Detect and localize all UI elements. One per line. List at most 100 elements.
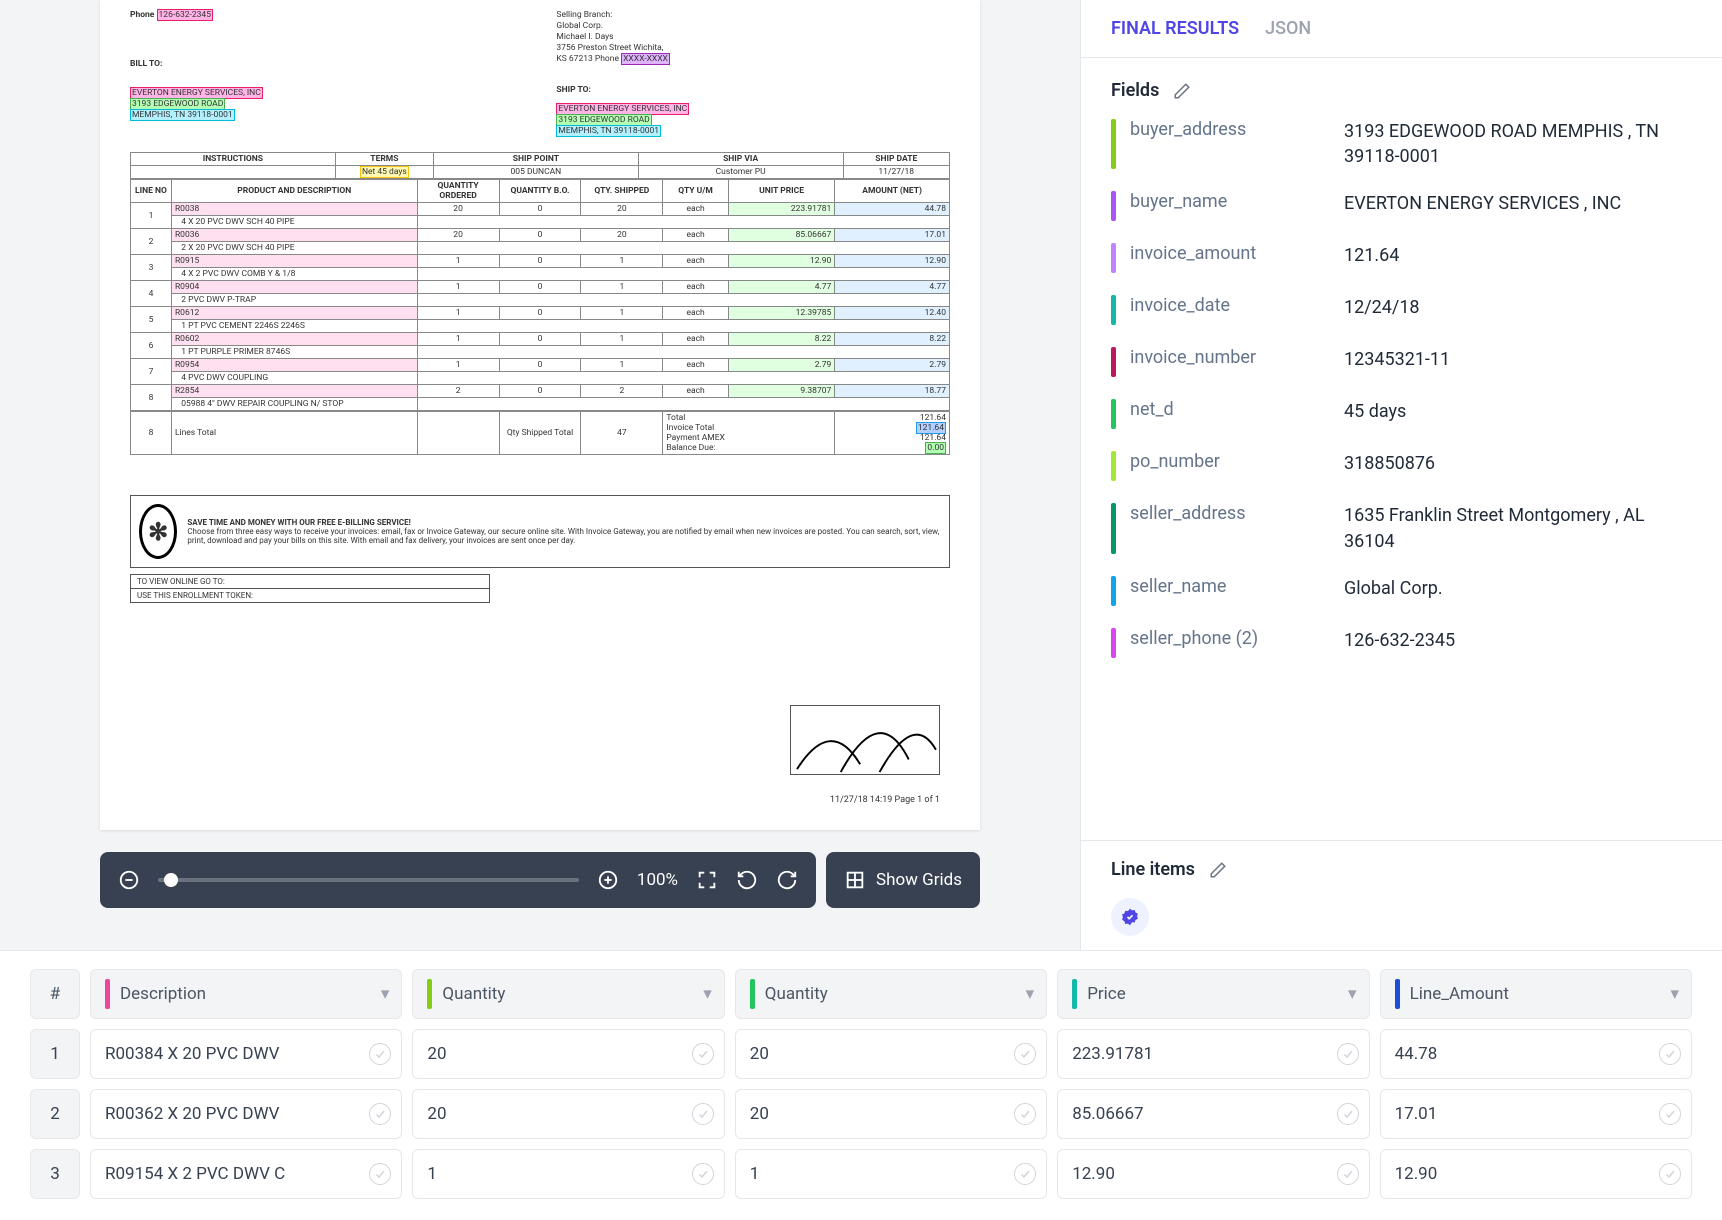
li-cell[interactable]: R09154 X 2 PVC DWV C: [90, 1149, 402, 1199]
li-row-index: 3: [30, 1149, 80, 1199]
line-items-grid: #Description▾Quantity▾Quantity▾Price▾Lin…: [30, 969, 1692, 1199]
line-items-section-title: Line items: [1111, 859, 1195, 880]
rotate-cw-icon[interactable]: [776, 869, 798, 891]
field-row-buyer-name[interactable]: buyer_name EVERTON ENERGY SERVICES , INC: [1111, 191, 1692, 221]
field-row-invoice-number[interactable]: invoice_number 12345321-11: [1111, 347, 1692, 377]
show-grids-button[interactable]: Show Grids: [844, 869, 962, 891]
chevron-down-icon[interactable]: ▾: [703, 984, 712, 1004]
field-value: 318850876: [1344, 451, 1692, 476]
approve-check-icon[interactable]: [1337, 1043, 1359, 1065]
seller-name: Global Corp.: [556, 21, 950, 32]
li-col-header[interactable]: Price▾: [1057, 969, 1369, 1019]
field-row-seller-address[interactable]: seller_address 1635 Franklin Street Mont…: [1111, 503, 1692, 553]
zoom-level: 100%: [637, 870, 678, 890]
page-footer: 11/27/18 14:19 Page 1 of 1: [830, 795, 940, 805]
document-preview[interactable]: Phone 126-632-2345 BILL TO: EVERTON ENER…: [100, 0, 980, 830]
field-key: seller_name: [1130, 576, 1330, 597]
li-cell[interactable]: 20: [735, 1089, 1047, 1139]
li-cell[interactable]: 223.91781: [1057, 1029, 1369, 1079]
approve-check-icon[interactable]: [692, 1103, 714, 1125]
field-row-seller-name[interactable]: seller_name Global Corp.: [1111, 576, 1692, 606]
edit-fields-icon[interactable]: [1173, 82, 1191, 100]
li-row-index: 1: [30, 1029, 80, 1079]
li-col-header[interactable]: Line_Amount▾: [1380, 969, 1692, 1019]
zoom-out-icon[interactable]: [118, 869, 140, 891]
approve-check-icon[interactable]: [1014, 1103, 1036, 1125]
billto-addr2: MEMPHIS, TN 39118-0001: [130, 109, 235, 121]
approve-check-icon[interactable]: [1014, 1163, 1036, 1185]
field-row-seller-phone--2-[interactable]: seller_phone (2) 126-632-2345: [1111, 628, 1692, 658]
li-cell[interactable]: 12.90: [1380, 1149, 1692, 1199]
li-cell[interactable]: 20: [412, 1089, 724, 1139]
fields-list: buyer_address 3193 EDGEWOOD ROAD MEMPHIS…: [1111, 119, 1692, 658]
field-row-invoice-amount[interactable]: invoice_amount 121.64: [1111, 243, 1692, 273]
field-key: invoice_number: [1130, 347, 1330, 368]
approve-check-icon[interactable]: [692, 1043, 714, 1065]
approve-check-icon[interactable]: [1659, 1043, 1681, 1065]
field-color-bar: [1111, 243, 1116, 273]
field-color-bar: [1111, 119, 1116, 169]
seller-contact: Michael I. Days: [556, 32, 950, 43]
li-cell[interactable]: R00362 X 20 PVC DWV: [90, 1089, 402, 1139]
li-col-header[interactable]: Description▾: [90, 969, 402, 1019]
invoice-totals-table: 8 Lines Total Qty Shipped Total 47 Total…: [130, 411, 950, 455]
approve-check-icon[interactable]: [1659, 1103, 1681, 1125]
li-col-header[interactable]: Quantity▾: [412, 969, 724, 1019]
li-cell[interactable]: R00384 X 20 PVC DWV: [90, 1029, 402, 1079]
field-row-invoice-date[interactable]: invoice_date 12/24/18: [1111, 295, 1692, 325]
li-cell[interactable]: 12.90: [1057, 1149, 1369, 1199]
field-color-bar: [1111, 451, 1116, 481]
expand-icon[interactable]: [696, 869, 718, 891]
top-phone: 126-632-2345: [157, 9, 213, 21]
zoom-slider[interactable]: [158, 878, 579, 882]
field-row-po-number[interactable]: po_number 318850876: [1111, 451, 1692, 481]
fields-section-title: Fields: [1111, 80, 1159, 101]
results-tabs: FINAL RESULTS JSON: [1081, 0, 1722, 58]
li-index-header: #: [30, 969, 80, 1019]
li-cell[interactable]: 44.78: [1380, 1029, 1692, 1079]
viewer-toolbar: 100% Show Grids: [100, 852, 980, 908]
li-cell[interactable]: 20: [412, 1029, 724, 1079]
field-color-bar: [1111, 191, 1116, 221]
li-col-header[interactable]: Quantity▾: [735, 969, 1047, 1019]
approve-check-icon[interactable]: [692, 1163, 714, 1185]
field-value: 121.64: [1344, 243, 1692, 268]
invoice-header-table: INSTRUCTIONS TERMS SHIP POINT SHIP VIA S…: [130, 152, 950, 179]
li-cell[interactable]: 20: [735, 1029, 1047, 1079]
field-key: seller_address: [1130, 503, 1330, 524]
field-row-buyer-address[interactable]: buyer_address 3193 EDGEWOOD ROAD MEMPHIS…: [1111, 119, 1692, 169]
approve-check-icon[interactable]: [1659, 1163, 1681, 1185]
approve-check-icon[interactable]: [1337, 1163, 1359, 1185]
verified-badge[interactable]: [1111, 898, 1149, 936]
selling-branch-label: Selling Branch:: [556, 10, 950, 21]
approve-check-icon[interactable]: [369, 1103, 391, 1125]
field-color-bar: [1111, 628, 1116, 658]
li-cell[interactable]: 1: [735, 1149, 1047, 1199]
field-color-bar: [1111, 576, 1116, 606]
shipto-addr2: MEMPHIS, TN 39118-0001: [556, 125, 661, 137]
edit-line-items-icon[interactable]: [1209, 861, 1227, 879]
field-row-net-d[interactable]: net_d 45 days: [1111, 399, 1692, 429]
li-cell[interactable]: 85.06667: [1057, 1089, 1369, 1139]
li-cell[interactable]: 1: [412, 1149, 724, 1199]
chevron-down-icon[interactable]: ▾: [1026, 984, 1035, 1004]
field-value: 126-632-2345: [1344, 628, 1692, 653]
approve-check-icon[interactable]: [1014, 1043, 1036, 1065]
chevron-down-icon[interactable]: ▾: [1348, 984, 1357, 1004]
li-cell[interactable]: 17.01: [1380, 1089, 1692, 1139]
field-key: invoice_amount: [1130, 243, 1330, 264]
approve-check-icon[interactable]: [1337, 1103, 1359, 1125]
chevron-down-icon[interactable]: ▾: [381, 984, 390, 1004]
field-value: 3193 EDGEWOOD ROAD MEMPHIS , TN 39118-00…: [1344, 119, 1692, 169]
field-key: seller_phone (2): [1130, 628, 1330, 649]
approve-check-icon[interactable]: [369, 1163, 391, 1185]
tab-json[interactable]: JSON: [1265, 18, 1311, 39]
chevron-down-icon[interactable]: ▾: [1670, 984, 1679, 1004]
tab-final-results[interactable]: FINAL RESULTS: [1111, 18, 1239, 39]
field-color-bar: [1111, 503, 1116, 553]
approve-check-icon[interactable]: [369, 1043, 391, 1065]
seller-phone-masked: XXXX-XXXX: [621, 53, 670, 65]
rotate-ccw-icon[interactable]: [736, 869, 758, 891]
signature-area: [790, 705, 940, 775]
zoom-in-icon[interactable]: [597, 869, 619, 891]
